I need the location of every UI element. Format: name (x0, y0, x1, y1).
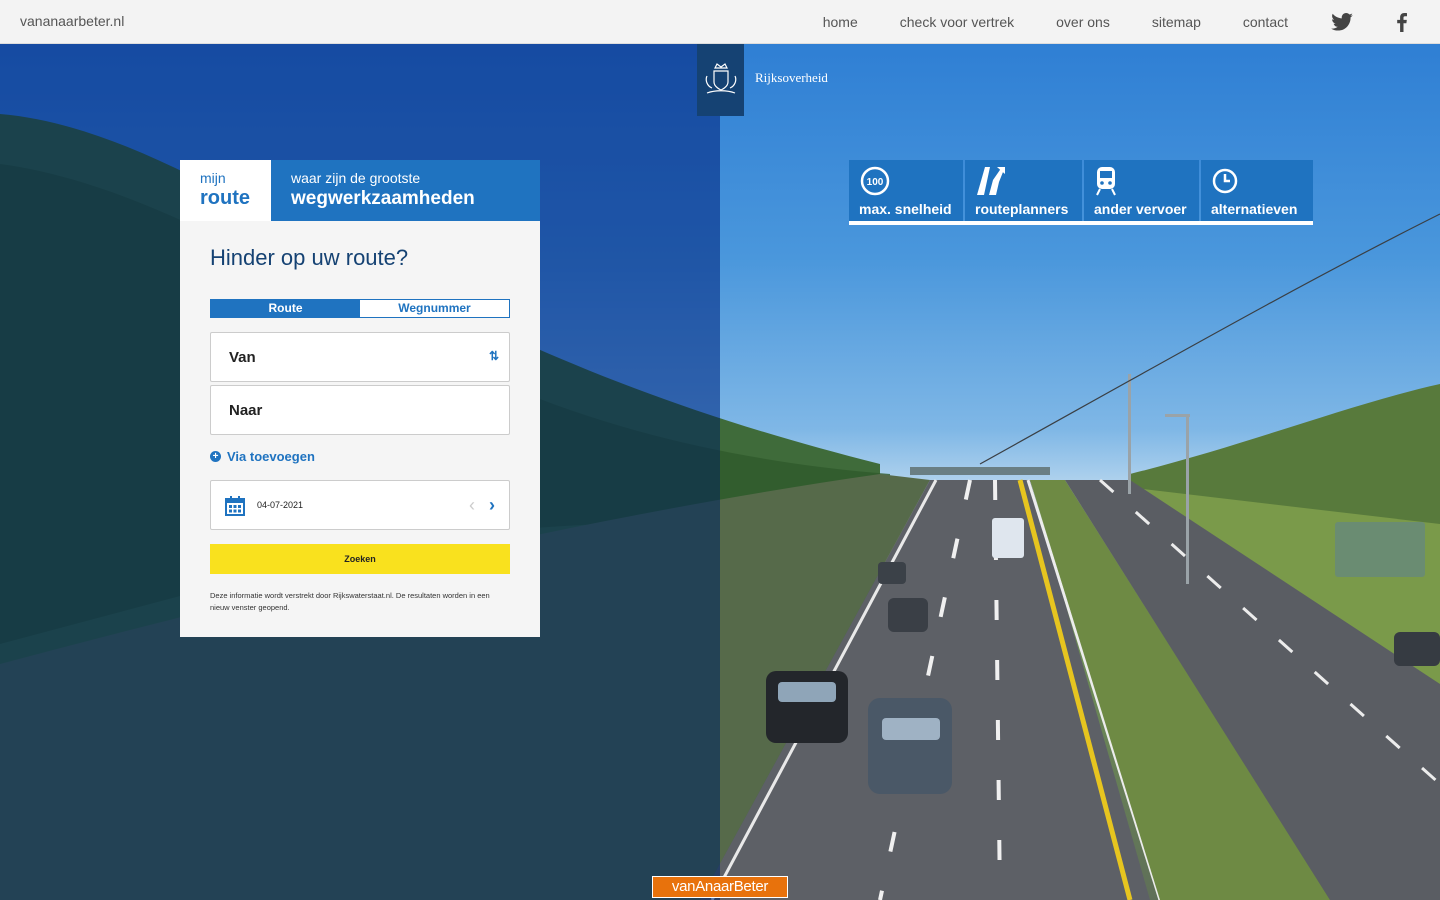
tab-wegwerkzaamheden[interactable]: waar zijn de grootste wegwerkzaamheden (271, 160, 540, 221)
route-panel: mijn route waar zijn de grootste wegwerk… (180, 160, 540, 637)
quick-link-ander-vervoer[interactable]: ander vervoer (1084, 160, 1199, 221)
to-field[interactable]: Naar (210, 385, 510, 435)
car (868, 698, 952, 794)
add-via-link[interactable]: + Via toevoegen (210, 449, 510, 464)
site-name[interactable]: vananaarbeter.nl (20, 13, 124, 29)
toggle-wegnummer[interactable]: Wegnummer (360, 300, 509, 317)
from-field[interactable]: Van ⇅ (210, 332, 510, 382)
quick-link-alternatieven[interactable]: alternatieven (1201, 160, 1313, 221)
train-icon (1094, 166, 1189, 196)
car (1335, 522, 1425, 577)
coat-of-arms-icon (705, 63, 736, 94)
clock-icon (1211, 166, 1303, 196)
from-label: Van (229, 349, 256, 366)
route-form: Hinder op uw route? Route Wegnummer Van … (180, 221, 540, 637)
toggle-route[interactable]: Route (211, 300, 360, 317)
nav-over-ons[interactable]: over ons (1056, 14, 1110, 30)
info-note: Deze informatie wordt verstrekt door Rij… (210, 591, 490, 612)
speed-limit-value: 100 (867, 177, 884, 188)
speed-limit-icon: 100 (859, 166, 953, 196)
nav-sitemap[interactable]: sitemap (1152, 14, 1201, 30)
quick-link-max-snelheid-label: max. snelheid (859, 201, 952, 217)
quick-link-max-snelheid[interactable]: 100 max. snelheid (849, 160, 963, 221)
add-via-label: Via toevoegen (227, 449, 315, 464)
rijksoverheid-logo[interactable] (697, 44, 744, 116)
tab-wegwerkzaamheden-line1: waar zijn de grootste (291, 170, 421, 186)
panel-tabs: mijn route waar zijn de grootste wegwerk… (180, 160, 540, 221)
quick-link-alternatieven-label: alternatieven (1211, 201, 1298, 217)
chevron-right-icon[interactable]: › (489, 495, 495, 516)
road-split-icon (975, 166, 1072, 196)
quick-link-routeplanners[interactable]: routeplanners (965, 160, 1082, 221)
nav-contact[interactable]: contact (1243, 14, 1288, 30)
quick-links: 100 max. snelheid routeplanners ander ve… (849, 160, 1313, 225)
date-value: 04-07-2021 (257, 500, 304, 510)
tab-mijn-route-line1: mijn (200, 170, 226, 186)
tab-mijn-route[interactable]: mijn route (180, 160, 271, 221)
car (992, 518, 1024, 558)
route-type-toggle: Route Wegnummer (210, 299, 510, 318)
quick-link-routeplanners-label: routeplanners (975, 201, 1069, 217)
swap-icon[interactable]: ⇅ (489, 349, 499, 363)
car (878, 562, 906, 584)
plus-circle-icon: + (210, 451, 221, 462)
facebook-icon[interactable] (1390, 10, 1414, 34)
chevron-left-icon[interactable]: ‹ (469, 495, 475, 516)
date-picker[interactable]: 04-07-2021 ‹ › (210, 480, 510, 530)
quick-link-ander-vervoer-label: ander vervoer (1094, 201, 1187, 217)
nav-home[interactable]: home (823, 14, 858, 30)
twitter-icon[interactable] (1330, 10, 1354, 34)
calendar-icon[interactable] (225, 496, 245, 521)
nav-check-voor-vertrek[interactable]: check voor vertrek (900, 14, 1014, 30)
car (888, 598, 928, 632)
search-button[interactable]: Zoeken (210, 544, 510, 574)
car (1394, 632, 1440, 666)
top-navigation-bar: vananaarbeter.nl home check voor vertrek… (0, 0, 1440, 44)
tab-wegwerkzaamheden-line2: wegwerkzaamheden (291, 188, 475, 209)
main-nav: home check voor vertrek over ons sitemap… (823, 0, 1440, 44)
to-label: Naar (229, 402, 263, 419)
tab-mijn-route-line2: route (200, 187, 250, 209)
form-heading: Hinder op uw route? (210, 245, 409, 270)
vananaarbeter-badge[interactable]: vanAnaarBeter (652, 876, 788, 898)
car (766, 671, 848, 743)
logo-text: Rijksoverheid (755, 70, 828, 85)
